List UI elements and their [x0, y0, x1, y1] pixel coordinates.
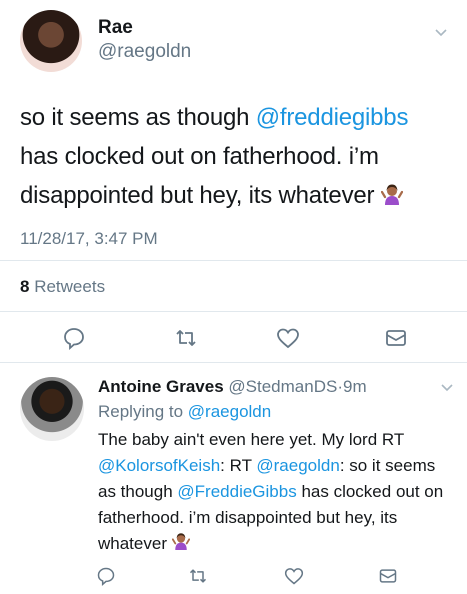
chevron-down-icon[interactable] — [440, 380, 454, 394]
retweet-icon[interactable] — [188, 566, 208, 586]
mention-link[interactable]: @FreddieGibbs — [177, 482, 296, 501]
replying-label: Replying to — [98, 402, 184, 421]
author-name[interactable]: Antoine Graves — [98, 377, 224, 396]
woman-shrugging-emoji-icon — [380, 179, 403, 205]
tweet-text-part: : RT — [220, 456, 257, 475]
tweet-timestamp[interactable]: 11/28/17, 3:47 PM — [20, 229, 158, 249]
envelope-icon[interactable] — [384, 326, 408, 350]
reply-header: Antoine Graves @StedmanDS·9m — [98, 377, 367, 397]
woman-shrugging-emoji-icon — [171, 531, 190, 551]
retweet-count: 8 — [20, 277, 30, 296]
tweet-text-part: has clocked out on fatherhood. i’m disap… — [20, 143, 379, 209]
mention-link[interactable]: @raegoldn — [256, 456, 339, 475]
retweet-icon[interactable] — [174, 326, 198, 350]
divider — [0, 311, 467, 312]
author-handle[interactable]: @raegoldn — [98, 41, 191, 63]
tweet-text-part: so it seems as though — [20, 104, 256, 131]
avatar[interactable] — [20, 10, 82, 72]
author-handle[interactable]: @StedmanDS — [228, 377, 337, 396]
divider — [0, 362, 467, 363]
replying-to: Replying to @raegoldn — [98, 402, 271, 422]
avatar[interactable] — [20, 377, 84, 441]
reply-icon[interactable] — [62, 326, 86, 350]
mention-link[interactable]: @freddiegibbs — [256, 104, 409, 131]
chevron-down-icon[interactable] — [434, 25, 448, 39]
author-name[interactable]: Rae — [98, 17, 133, 39]
retweet-stats[interactable]: 8 Retweets — [20, 277, 105, 297]
divider — [0, 260, 467, 261]
tweet-age[interactable]: 9m — [343, 377, 367, 396]
mention-link[interactable]: @raegoldn — [188, 402, 271, 421]
envelope-icon[interactable] — [378, 566, 398, 586]
reply-icon[interactable] — [96, 566, 116, 586]
tweet-text: The baby ain't even here yet. My lord RT… — [98, 427, 448, 557]
heart-icon[interactable] — [284, 566, 304, 586]
retweet-label: Retweets — [34, 277, 106, 296]
heart-icon[interactable] — [276, 326, 300, 350]
tweet-text-part: The baby ain't even here yet. My lord RT — [98, 430, 404, 449]
mention-link[interactable]: @KolorsofKeish — [98, 456, 220, 475]
tweet-text: so it seems as though @freddiegibbs has … — [20, 98, 450, 215]
